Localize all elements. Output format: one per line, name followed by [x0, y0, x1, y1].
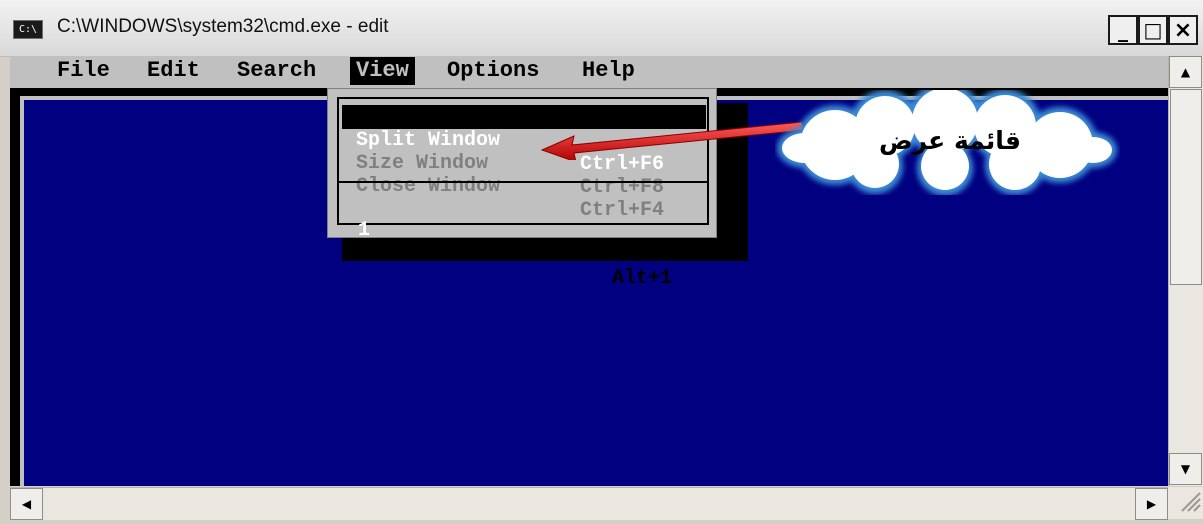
up-arrow-icon: ▲ — [1180, 65, 1191, 79]
cmd-icon[interactable]: C:\ — [13, 20, 43, 39]
menu-help[interactable]: Help — [580, 57, 637, 85]
menu-file[interactable]: File — [55, 57, 112, 85]
horizontal-scrollbar[interactable]: ◀ ▶ — [10, 487, 1168, 520]
close-button[interactable]: × — [1168, 15, 1198, 45]
menu-edit[interactable]: Edit — [145, 57, 202, 85]
minimize-button[interactable]: _ — [1108, 15, 1138, 45]
vertical-scroll-thumb[interactable] — [1170, 89, 1202, 285]
resize-grip-icon — [1181, 492, 1201, 512]
scroll-left-button[interactable]: ◀ — [10, 488, 43, 520]
menu-options[interactable]: Options — [445, 57, 541, 85]
scroll-right-button[interactable]: ▶ — [1135, 488, 1168, 520]
annotation-arrow — [540, 121, 805, 160]
menu-separator — [337, 181, 709, 183]
right-arrow-icon: ▶ — [1146, 497, 1157, 511]
left-arrow-icon: ◀ — [21, 497, 32, 511]
menu-search[interactable]: Search — [235, 57, 318, 85]
window-shortcut: Alt+1 — [612, 267, 673, 290]
title-bar: C:\ C:\WINDOWS\system32\cmd.exe - edit _… — [0, 0, 1203, 57]
window-label: UNTITLED1 — [386, 243, 495, 266]
scroll-down-button[interactable]: ▼ — [1169, 453, 1202, 485]
view-menu-dropdown: Split Window Ctrl+F6 Size Window Ctrl+F8… — [327, 88, 717, 290]
annotation-label: قائمة عرض — [878, 126, 1022, 155]
vertical-scrollbar[interactable]: ▲ ▼ — [1168, 56, 1203, 486]
menu-item-untitled1[interactable]: 1 UNTITLED1 Alt+1 — [342, 195, 706, 290]
window-title: C:\WINDOWS\system32\cmd.exe - edit — [57, 16, 389, 37]
size-grip[interactable] — [1168, 487, 1203, 519]
menu-view[interactable]: View — [350, 57, 415, 85]
down-arrow-icon: ▼ — [1180, 462, 1191, 476]
maximize-button[interactable]: □ — [1138, 15, 1168, 45]
menu-bar: File Edit Search View Options Help — [10, 56, 1168, 88]
window-number: 1 — [358, 219, 371, 242]
scroll-up-button[interactable]: ▲ — [1169, 56, 1202, 88]
